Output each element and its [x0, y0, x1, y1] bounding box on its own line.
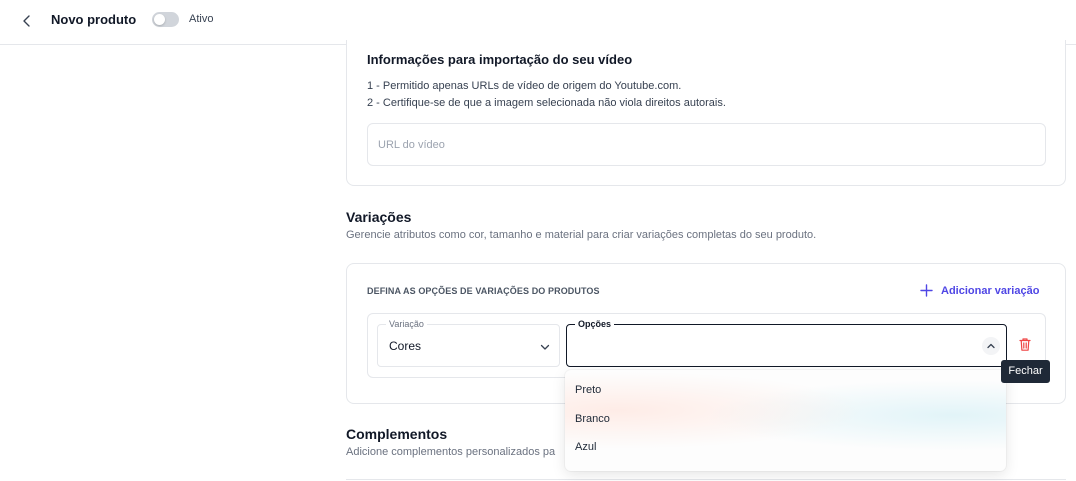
- trash-icon: [1019, 338, 1031, 351]
- video-rule-2: 2 - Certifique-se de que a imagem seleci…: [367, 97, 726, 109]
- options-dropdown-menu: Preto Branco Azul: [565, 370, 1006, 471]
- variation-row: Variação Cores Opções: [367, 313, 1046, 378]
- back-button[interactable]: [16, 10, 38, 32]
- video-rule-1: 1 - Permitido apenas URLs de vídeo de or…: [367, 80, 682, 92]
- variations-title: Variações: [346, 209, 412, 225]
- variation-options-heading: DEFINA AS OPÇÕES DE VARIAÇÕES DO PRODUTO…: [367, 286, 600, 296]
- page-title: Novo produto: [51, 12, 137, 27]
- options-dropdown-toggle[interactable]: [982, 337, 1000, 355]
- add-variation-button[interactable]: Adicionar variação: [920, 284, 1039, 297]
- complements-title: Complementos: [346, 426, 448, 442]
- plus-icon: [920, 284, 933, 297]
- dropdown-option[interactable]: Branco: [575, 413, 610, 425]
- video-url-input[interactable]: [367, 123, 1046, 166]
- chevron-down-icon: [540, 344, 550, 350]
- video-import-title: Informações para importação do seu vídeo: [367, 52, 633, 67]
- dropdown-option[interactable]: Preto: [575, 384, 601, 396]
- active-toggle-label: Ativo: [189, 13, 214, 25]
- chevron-up-icon: [987, 343, 995, 349]
- complements-description: Adicione complementos personalizados pa: [346, 446, 556, 458]
- variation-select[interactable]: Variação Cores: [377, 319, 560, 367]
- variation-select-label: Variação: [386, 319, 427, 329]
- options-field-label: Opções: [575, 319, 615, 329]
- top-bar: Novo produto Ativo: [0, 0, 1076, 45]
- close-tooltip: Fechar: [1001, 360, 1050, 383]
- toggle-knob: [154, 14, 165, 25]
- delete-variation-button[interactable]: [1018, 337, 1032, 352]
- active-toggle[interactable]: [152, 12, 179, 27]
- chevron-left-icon: [23, 15, 30, 27]
- add-variation-label: Adicionar variação: [941, 284, 1040, 297]
- options-multiselect[interactable]: Opções: [566, 319, 1007, 367]
- video-import-card: Informações para importação do seu vídeo…: [346, 40, 1066, 186]
- variations-description: Gerencie atributos como cor, tamanho e m…: [346, 229, 817, 241]
- variation-select-value: Cores: [389, 339, 422, 353]
- dropdown-option[interactable]: Azul: [575, 441, 596, 453]
